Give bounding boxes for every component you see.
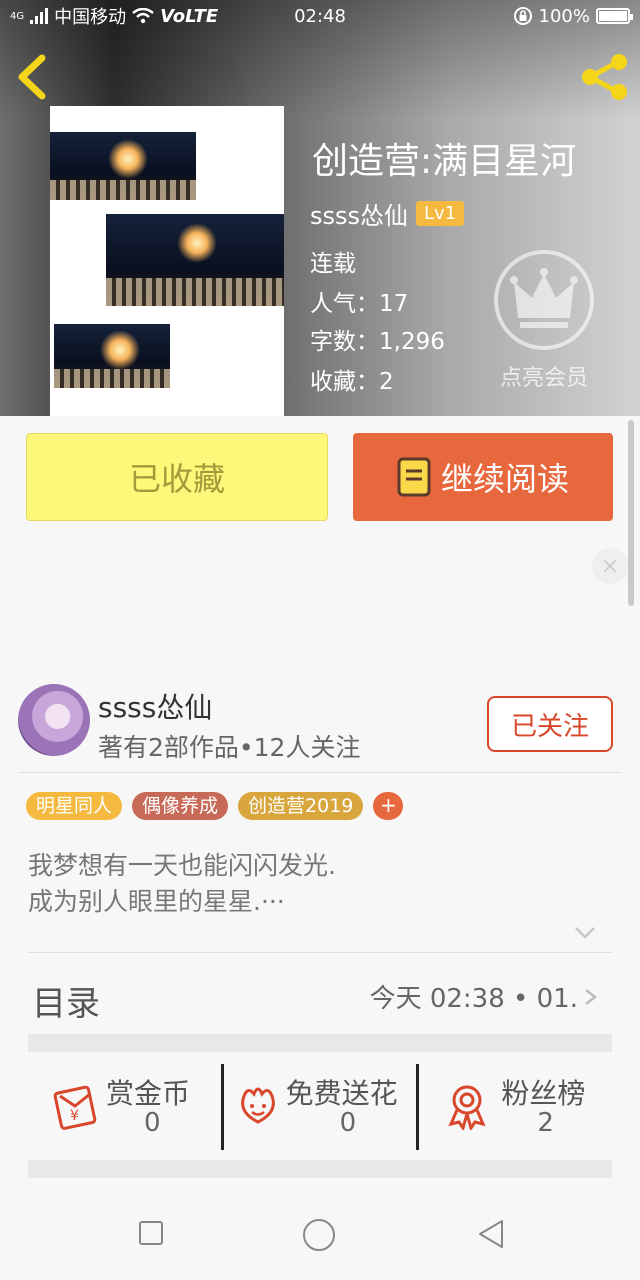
red-envelope-icon: ¥ (53, 1085, 97, 1130)
cover-photo (54, 324, 170, 388)
section-separator (28, 1160, 612, 1178)
book-description: 我梦想有一天也能闪闪发光. 成为别人眼里的星星.··· (28, 848, 336, 920)
share-icon (582, 54, 627, 100)
book-title: 创造营:满目星河 (312, 141, 577, 182)
author-name[interactable]: ssss怂仙 (310, 196, 408, 231)
reward-value: 2 (537, 1108, 554, 1138)
author-avatar[interactable] (18, 684, 90, 756)
recent-apps-icon[interactable] (138, 1220, 164, 1246)
cover-photo (50, 132, 196, 200)
reward-coins-button[interactable]: ¥ 赏金币 0 (28, 1064, 221, 1150)
divider (18, 772, 622, 773)
section-separator (28, 1034, 612, 1052)
description-line: 我梦想有一天也能闪闪发光. (28, 851, 336, 880)
tag-list: 明星同人 偶像养成 创造营2019 + (26, 792, 404, 820)
cover-photo (106, 214, 284, 306)
system-nav-bar (0, 1190, 640, 1280)
flower-icon (240, 1087, 275, 1124)
back-button[interactable] (12, 54, 54, 100)
tag-item[interactable]: 明星同人 (26, 792, 123, 820)
author-line: ssss怂仙 Lv1 (310, 196, 465, 231)
description-line: 成为别人眼里的星星.··· (28, 887, 285, 916)
collected-label: 已收藏 (128, 460, 225, 498)
scrollbar[interactable] (628, 420, 634, 606)
vip-button[interactable] (494, 250, 594, 350)
close-ad-button[interactable] (592, 548, 628, 584)
tag-item[interactable]: 偶像养成 (132, 792, 229, 820)
serial-status: 连载 (310, 251, 356, 277)
crown-icon (510, 268, 578, 328)
word-count: 字数：1,296 (310, 329, 445, 355)
continue-reading-button[interactable]: 继续阅读 (353, 433, 613, 521)
share-button[interactable] (578, 52, 632, 100)
author-card-name[interactable]: ssss怂仙 (98, 686, 212, 726)
continue-reading-label: 继续阅读 (440, 460, 569, 498)
toc-title: 目录 (32, 984, 100, 1024)
level-badge: Lv1 (416, 201, 465, 226)
fan-ranking-button[interactable]: 粉丝榜 2 (416, 1064, 612, 1150)
vip-label: 点亮会员 (499, 366, 588, 391)
medal-icon (448, 1085, 486, 1130)
chevron-right-icon (585, 989, 598, 1005)
collected-button[interactable]: 已收藏 (26, 433, 328, 521)
status-bar: 4G 中国移动 VoLTE 02:48 100% (0, 0, 640, 32)
favorites-count: 收藏：2 (310, 369, 394, 395)
follow-button[interactable]: 已关注 (487, 696, 613, 752)
chevron-left-icon (18, 54, 46, 100)
close-icon (603, 559, 617, 573)
reward-label: 粉丝榜 (501, 1077, 586, 1110)
toc-latest-chapter: 今天 02:38 • 01. (369, 984, 578, 1014)
reward-value: 0 (339, 1108, 357, 1138)
reward-bar: ¥ 赏金币 0 免费送花 0 粉丝榜 2 (28, 1064, 612, 1150)
reward-value: 0 (144, 1108, 161, 1138)
home-icon[interactable] (302, 1218, 336, 1252)
author-stats: 著有2部作品•12人关注 (98, 733, 361, 762)
follow-label: 已关注 (510, 711, 589, 742)
clock: 02:48 (294, 5, 346, 27)
tag-item[interactable]: 创造营2019 (238, 792, 364, 820)
svg-text:¥: ¥ (70, 1108, 79, 1124)
book-cover[interactable] (50, 106, 284, 416)
expand-chevron-icon[interactable] (574, 926, 596, 940)
battery-icon (596, 8, 633, 24)
table-of-contents-row[interactable]: 目录 今天 02:38 • 01. (28, 968, 598, 1024)
divider (28, 952, 612, 953)
back-nav-icon[interactable] (476, 1218, 506, 1250)
book-icon (397, 457, 431, 497)
reward-label: 赏金币 (106, 1077, 191, 1110)
popularity: 人气：17 (310, 291, 409, 317)
reward-label: 免费送花 (285, 1077, 398, 1110)
reward-flower-button[interactable]: 免费送花 0 (220, 1064, 417, 1150)
add-tag-button[interactable]: + (373, 792, 404, 820)
